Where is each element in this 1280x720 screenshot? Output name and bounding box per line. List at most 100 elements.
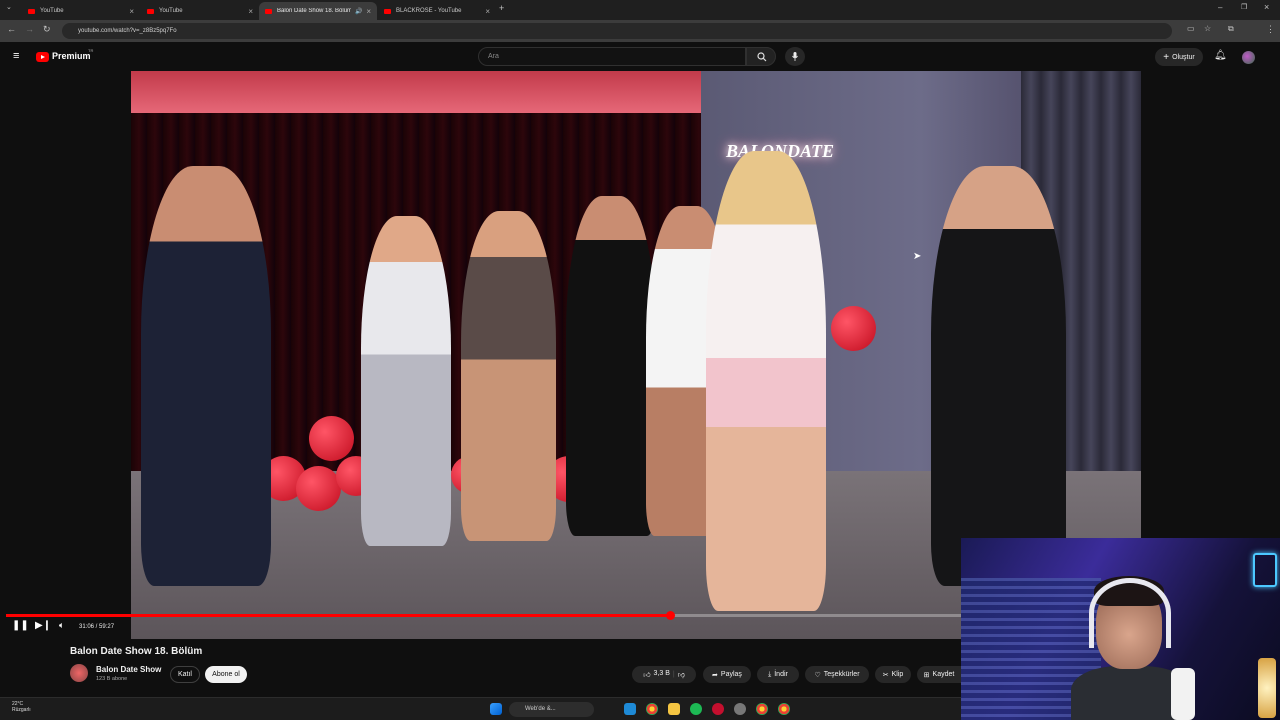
forward-icon[interactable]: → [25,24,34,34]
browser-tab-3[interactable]: Balon Date Show 18. Bölüm 🔊 × [259,2,377,20]
subscriber-count: 123 B abone [96,676,128,682]
tab-label: BLACKROSE - YouTube [396,8,462,14]
browser-tab-4[interactable]: BLACKROSE - YouTube × [378,2,496,20]
progress-bar[interactable] [6,611,961,620]
new-tab-icon[interactable]: + [499,3,504,13]
chrome-icon[interactable] [646,703,658,715]
video-title: Balon Date Show 18. Bölüm [70,646,203,657]
notifications-bell-icon[interactable]: 🔔︎ [1214,50,1227,61]
share-button[interactable]: ➦ Paylaş [703,666,751,683]
close-tab-icon[interactable]: × [248,7,253,16]
contestant-figure [361,216,451,546]
audio-playing-icon[interactable]: 🔊 [355,8,362,15]
like-count: 3,3 B [653,670,670,677]
download-icon: ⤓ [768,670,772,678]
thanks-button[interactable]: ♡ Teşekkürler [805,666,869,683]
browser-tab-2[interactable]: YouTube × [141,2,259,20]
thumbs-down-icon[interactable]: 👎︎ [678,670,685,679]
browser-menu-icon[interactable]: ⋮ [1266,24,1275,35]
youtube-play-logo-icon [36,52,49,62]
plus-icon: + [1163,51,1170,63]
thanks-icon: ♡ [814,671,821,679]
progress-bar-fill [6,614,670,617]
close-tab-icon[interactable]: × [366,7,371,16]
tab-search-icon[interactable]: ⌄ [6,3,12,11]
pause-icon[interactable]: ❚❚ [12,620,29,631]
close-tab-icon[interactable]: × [129,7,134,16]
restore-icon[interactable]: ❐ [1241,3,1247,11]
browser-toolbar: ← → ↻ youtube.com/watch?v=_z8Bz5pq7Fo ▭ … [0,20,1280,56]
file-explorer-icon[interactable] [668,703,680,715]
windows-start-icon[interactable] [490,703,502,715]
host-left-figure [141,166,271,586]
lamp-graphic [1258,658,1276,718]
back-icon[interactable]: ← [7,24,16,34]
clip-label: Klip [891,671,904,678]
spotify-icon[interactable] [690,703,702,715]
browser-tab-bar: ⌄ YouTube × YouTube × Balon Date Show 18… [0,0,1280,20]
contestant-figure [706,151,826,611]
chrome-icon[interactable] [778,703,790,715]
logo-text: Premium [52,51,91,61]
download-button[interactable]: ⤓ İndir [757,666,799,683]
channel-avatar[interactable] [70,664,88,682]
create-button[interactable]: + Oluştur [1155,48,1203,66]
balloon-graphic [831,306,876,351]
youtube-favicon-icon [265,8,272,14]
subscribe-button[interactable]: Abone ol [205,666,247,683]
download-label: İndir [774,671,788,678]
like-button[interactable]: 👍︎ 3,3 B [643,670,670,679]
close-tab-icon[interactable]: × [485,7,490,16]
balloon-graphic [296,466,341,511]
youtube-favicon-icon [147,8,154,14]
cast-icon[interactable]: ▭ [1187,24,1195,33]
youtube-logo[interactable]: Premium TR [36,48,96,64]
balloon-graphic [309,416,354,461]
account-avatar[interactable] [1242,51,1255,64]
opera-icon[interactable] [712,703,724,715]
browser-tab-1[interactable]: YouTube × [22,2,140,20]
share-icon: ➦ [712,671,718,679]
search-icon [757,52,767,62]
search-input[interactable]: Ara [478,47,746,66]
thumbs-up-icon: 👍︎ [643,672,651,679]
hamburger-menu-icon[interactable]: ≡ [13,50,19,62]
share-label: Paylaş [720,671,742,678]
url-text: youtube.com/watch?v=_z8Bz5pq7Fo [78,28,177,34]
minimize-icon[interactable]: – [1218,3,1222,12]
chrome-icon[interactable] [756,703,768,715]
weather-condition: Rüzgarlı [12,707,31,713]
os-taskbar: 22°C Rüzgarlı Web'de &... [0,697,961,720]
neon-decor-graphic [1253,553,1277,587]
create-label: Oluştur [1172,53,1195,61]
microphone-icon [792,52,798,61]
contestant-figure [566,196,656,536]
tab-label: Balon Date Show 18. Bölüm [277,8,351,14]
channel-name[interactable]: Balon Date Show [96,665,161,674]
progress-scrubber-handle[interactable] [665,611,675,620]
telegram-icon[interactable] [624,703,636,715]
weather-widget[interactable]: 22°C Rüzgarlı [12,701,31,713]
clip-button[interactable]: ✂ Klip [875,666,911,683]
next-video-icon[interactable]: ▶❙ [35,620,51,631]
logo-country: TR [88,48,94,53]
save-button[interactable]: ⊞ Kaydet [917,666,961,683]
youtube-header: ≡ Premium TR Ara + Oluştur 🔔︎ [0,42,1280,72]
search-button[interactable] [746,47,776,66]
taskbar-search[interactable]: Web'de &... [509,702,594,717]
save-label: Kaydet [932,671,955,678]
video-scene-ceiling [131,71,701,113]
bookmark-star-icon[interactable]: ☆ [1204,24,1211,33]
extensions-icon[interactable]: ⧉ [1228,24,1234,34]
address-bar[interactable]: youtube.com/watch?v=_z8Bz5pq7Fo [62,23,1172,39]
settings-gear-icon[interactable] [734,703,746,715]
webcam-overlay [961,538,1280,720]
save-icon: ⊞ [923,671,930,679]
volume-icon[interactable]: 🔈︎ [59,620,64,631]
window-close-icon[interactable]: × [1264,2,1269,12]
reload-icon[interactable]: ↻ [43,24,51,35]
join-button[interactable]: Katıl [170,666,200,683]
tab-label: YouTube [159,8,183,14]
voice-search-button[interactable] [785,47,805,66]
youtube-favicon-icon [384,8,391,14]
